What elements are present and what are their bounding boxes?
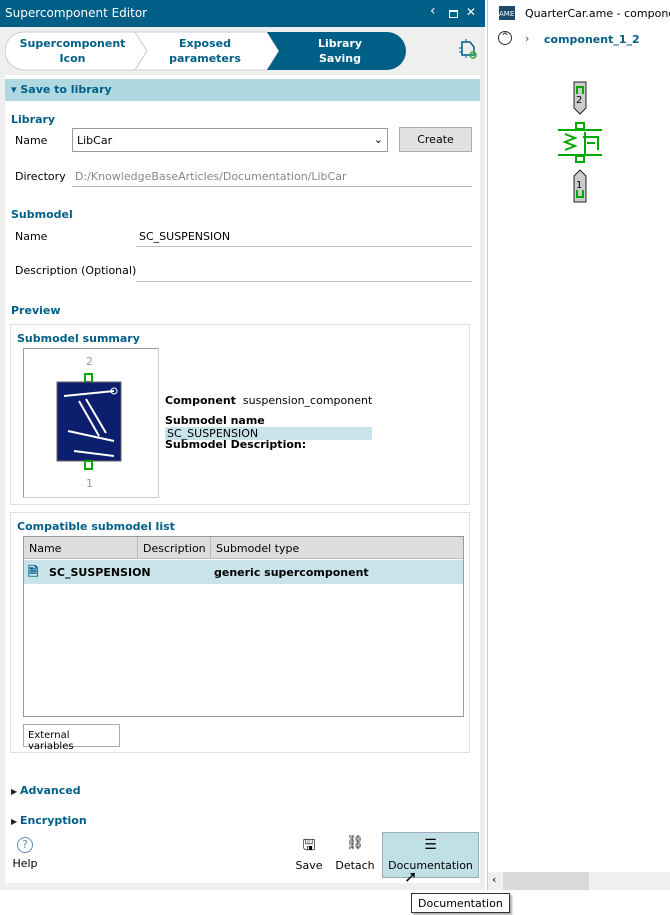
detach-link-icon: ⛓ — [346, 835, 364, 851]
advanced-expander[interactable]: ▶ Advanced — [11, 784, 81, 797]
external-variables-button[interactable]: External variables — [23, 724, 120, 752]
description-field[interactable] — [136, 258, 472, 282]
row-type: generic supercomponent — [214, 566, 369, 579]
mouse-cursor-icon: ➚ — [404, 867, 418, 886]
library-heading: Library — [11, 113, 56, 126]
port-label-top: 2 — [86, 355, 93, 368]
documentation-label: Documentation — [388, 859, 473, 872]
caret-right-icon: ▶ — [11, 787, 20, 796]
description-label: Description (Optional) — [15, 264, 137, 277]
library-name-select[interactable]: LibCar ⌄ — [72, 128, 388, 152]
breadcrumb-separator: › — [525, 32, 530, 45]
create-button[interactable]: Create — [399, 127, 472, 152]
ame-logo-icon: AME — [499, 6, 515, 20]
title-bar: Supercomponent Editor — [0, 0, 485, 27]
detach-button[interactable]: ⛓ Detach — [332, 835, 378, 872]
table-header: Name Description Submodel type — [24, 537, 463, 559]
column-name[interactable]: Name — [24, 537, 138, 559]
advanced-label: Advanced — [19, 784, 81, 797]
submodel-name-label: Name — [15, 230, 48, 243]
submodel-table: Name Description Submodel type 🗎 SC_SUSP… — [23, 536, 464, 717]
step-exposed-parameters[interactable]: Exposed parameters — [155, 32, 255, 70]
navigate-up-icon[interactable]: ^ — [498, 31, 512, 45]
submodel-heading: Submodel — [11, 208, 73, 221]
submodel-description-label: Submodel Description: — [165, 438, 307, 451]
submodel-name-field[interactable]: SC_SUSPENSION — [136, 223, 472, 247]
save-to-library-header[interactable]: ▾ Save to library — [5, 79, 480, 101]
close-icon[interactable]: ✕ — [466, 5, 476, 19]
suspension-icon — [56, 373, 122, 470]
save-label: Save — [295, 859, 323, 872]
encryption-label: Encryption — [19, 814, 87, 827]
help-button[interactable]: ? Help — [8, 835, 42, 870]
component-value: suspension_component — [242, 394, 373, 407]
section-title: Save to library — [20, 83, 112, 96]
submodel-summary-group: Submodel summary 2 1 Component suspensio… — [10, 324, 470, 505]
diagram-title: QuarterCar.ame - component — [525, 7, 670, 20]
help-icon: ? — [17, 837, 33, 853]
compatible-title: Compatible submodel list — [17, 520, 175, 533]
save-button[interactable]: 🖫 Save — [292, 835, 326, 872]
preview-heading: Preview — [11, 304, 61, 317]
caret-right-icon: ▶ — [11, 817, 20, 826]
help-label: Help — [12, 857, 38, 870]
encryption-expander[interactable]: ▶ Encryption — [11, 814, 87, 827]
scroll-left-icon[interactable]: ‹ — [492, 873, 496, 886]
tooltip: Documentation — [411, 893, 510, 913]
documentation-button[interactable]: ☰ Documentation — [382, 832, 479, 878]
column-submodel-type[interactable]: Submodel type — [211, 537, 463, 559]
step-supercomponent-icon[interactable]: Supercomponent Icon — [20, 32, 126, 70]
component-label: Component — [165, 394, 236, 407]
save-icon: 🖫 — [302, 836, 316, 854]
library-name-label: Name — [15, 134, 48, 147]
port-label-top: 2 — [576, 95, 583, 106]
restore-icon[interactable] — [449, 10, 458, 18]
supercomponent-link-icon[interactable] — [455, 38, 479, 62]
document-icon: 🗎 — [28, 565, 39, 580]
supercomponent-editor-panel: Supercomponent Editor ‹ ✕ Supercomponent… — [0, 0, 485, 890]
chevron-left-icon[interactable]: ‹ — [430, 3, 436, 19]
port-label-bottom: 1 — [86, 477, 93, 490]
library-name-value: LibCar — [77, 134, 113, 147]
breadcrumb-component[interactable]: component_1_2 — [544, 33, 640, 46]
table-row[interactable]: 🗎 SC_SUSPENSION generic supercomponent — [24, 560, 463, 584]
scrollbar-thumb[interactable] — [503, 872, 589, 890]
window-title: Supercomponent Editor — [5, 6, 148, 20]
port-label-bottom: 1 — [576, 180, 583, 191]
directory-label: Directory — [15, 170, 66, 183]
step-library-saving[interactable]: Library Saving — [295, 32, 385, 70]
caret-down-icon: ▾ — [11, 83, 21, 96]
submodel-name-summary-label: Submodel name — [165, 414, 265, 427]
compatible-submodel-group: Compatible submodel list Name Descriptio… — [10, 512, 470, 753]
submodel-icon-preview: 2 1 — [23, 348, 159, 498]
horizontal-scrollbar[interactable]: ‹ — [488, 872, 670, 890]
documentation-list-icon: ☰ — [424, 837, 437, 853]
chevron-down-icon: ⌄ — [373, 133, 383, 146]
column-description[interactable]: Description — [138, 537, 211, 559]
detach-label: Detach — [335, 859, 375, 872]
diagram-panel: AME QuarterCar.ame - component ^ › compo… — [487, 0, 670, 890]
editor-content: ▾ Save to library Library Name LibCar ⌄ … — [5, 75, 480, 883]
summary-title: Submodel summary — [17, 332, 140, 345]
directory-field[interactable]: D:/KnowledgeBaseArticles/Documentation/L… — [72, 163, 472, 187]
row-name: SC_SUSPENSION — [49, 566, 151, 579]
